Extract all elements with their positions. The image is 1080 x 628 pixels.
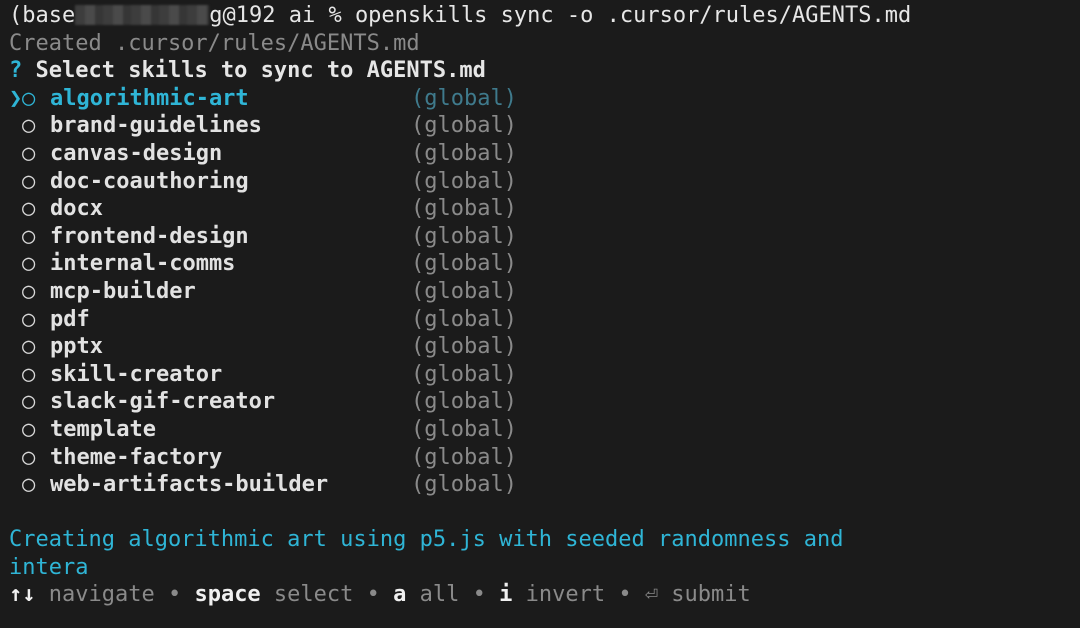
skill-option-brand-guidelines[interactable]: ○ brand-guidelines (global): [9, 112, 1080, 140]
hint-navigate: navigate •: [35, 582, 195, 608]
prompt-command: openskills sync -o .cursor/rules/AGENTS.…: [354, 3, 912, 28]
skill-name: web-artifacts-builder: [50, 472, 329, 498]
radio-circle-icon[interactable]: ○: [22, 278, 50, 306]
skill-scope: (global): [411, 196, 517, 222]
skill-scope: (global): [411, 278, 517, 304]
arrows-icon: ↑↓: [9, 582, 36, 608]
hint-select: select •: [260, 582, 394, 608]
radio-circle-icon[interactable]: ○: [22, 416, 50, 444]
skill-option-web-artifacts-builder[interactable]: ○ web-artifacts-builder (global): [9, 471, 1080, 499]
question-mark: ?: [9, 58, 23, 84]
skill-option-docx[interactable]: ○ docx (global): [9, 195, 1080, 223]
redacted-username: [75, 5, 210, 25]
skill-scope: (global): [411, 113, 517, 139]
radio-circle-icon[interactable]: ○: [22, 361, 50, 389]
question-text: Select skills to sync to AGENTS.md: [35, 58, 486, 84]
skill-name: internal-comms: [50, 251, 236, 277]
command-prompt-line: (base g@192 ai % openskills sync -o .curs…: [9, 2, 1080, 30]
skill-description-line-1: Creating algorithmic art using p5.js wit…: [9, 527, 844, 553]
skill-scope: (global): [411, 416, 517, 442]
terminal-window: (base g@192 ai % openskills sync -o .curs…: [0, 0, 1080, 628]
skill-name: theme-factory: [50, 444, 223, 470]
hint-invert: invert •: [512, 582, 645, 608]
select-question-line: ? Select skills to sync to AGENTS.md: [9, 57, 1080, 85]
prompt-host: g@192 ai %: [209, 3, 355, 28]
radio-circle-icon[interactable]: ○: [22, 444, 50, 472]
skill-scope: (global): [411, 140, 517, 166]
skill-name: template: [50, 416, 156, 442]
skill-option-template[interactable]: ○ template (global): [9, 416, 1080, 444]
skill-name: canvas-design: [50, 140, 223, 166]
skill-name: skill-creator: [50, 361, 223, 387]
skill-option-skill-creator[interactable]: ○ skill-creator (global): [9, 361, 1080, 389]
skill-option-theme-factory[interactable]: ○ theme-factory (global): [9, 444, 1080, 472]
skill-option-pdf[interactable]: ○ pdf (global): [9, 306, 1080, 334]
hint-submit: submit: [658, 582, 751, 608]
skill-scope: (global): [411, 168, 517, 194]
hint-all: all •: [406, 582, 500, 608]
radio-circle-icon[interactable]: ○: [22, 85, 50, 113]
skill-scope: (global): [411, 334, 517, 360]
skill-name: pdf: [50, 306, 90, 332]
radio-circle-icon[interactable]: ○: [22, 112, 50, 140]
skill-option-frontend-design[interactable]: ○ frontend-design (global): [9, 223, 1080, 251]
radio-circle-icon[interactable]: ○: [22, 140, 50, 168]
skill-scope: (global): [411, 306, 517, 332]
radio-circle-icon[interactable]: ○: [22, 306, 50, 334]
radio-circle-icon[interactable]: ○: [22, 223, 50, 251]
radio-circle-icon[interactable]: ○: [22, 471, 50, 499]
skill-option-algorithmic-art[interactable]: ❯ ○ algorithmic-art (global): [9, 85, 1080, 113]
enter-icon: ⏎: [644, 582, 659, 608]
skill-scope: (global): [411, 85, 517, 111]
skill-name: mcp-builder: [50, 278, 196, 304]
skill-scope: (global): [411, 444, 517, 470]
radio-circle-icon[interactable]: ○: [22, 388, 50, 416]
skill-description-line-2: intera: [9, 554, 89, 580]
skill-name: frontend-design: [50, 223, 249, 249]
hint-i-key: i: [499, 582, 513, 608]
skill-option-slack-gif-creator[interactable]: ○ slack-gif-creator (global): [9, 388, 1080, 416]
skill-scope: (global): [411, 472, 517, 498]
skill-scope: (global): [411, 223, 517, 249]
skill-option-internal-comms[interactable]: ○ internal-comms (global): [9, 250, 1080, 278]
radio-circle-icon[interactable]: ○: [22, 333, 50, 361]
hint-a-key: a: [393, 582, 407, 608]
hint-space-key: space: [194, 582, 261, 608]
skill-name: brand-guidelines: [50, 113, 262, 139]
skill-name: slack-gif-creator: [50, 389, 276, 415]
pointer-icon: ❯: [9, 85, 23, 111]
radio-circle-icon[interactable]: ○: [22, 250, 50, 278]
skill-name: pptx: [50, 334, 103, 360]
skill-list[interactable]: ❯ ○ algorithmic-art (global) ○ brand-guidelin…: [9, 85, 1080, 499]
skill-name: docx: [50, 196, 103, 222]
skill-option-canvas-design[interactable]: ○ canvas-design (global): [9, 140, 1080, 168]
skill-scope: (global): [411, 251, 517, 277]
skill-option-pptx[interactable]: ○ pptx (global): [9, 333, 1080, 361]
radio-circle-icon[interactable]: ○: [22, 168, 50, 196]
radio-circle-icon[interactable]: ○: [22, 195, 50, 223]
skill-name: algorithmic-art: [50, 85, 249, 111]
skill-scope: (global): [411, 389, 517, 415]
prompt-prefix: (base: [9, 3, 76, 28]
skill-option-mcp-builder[interactable]: ○ mcp-builder (global): [9, 278, 1080, 306]
skill-name: doc-coauthoring: [50, 168, 249, 194]
created-output-line: Created .cursor/rules/AGENTS.md: [9, 30, 420, 56]
keyboard-hints: ↑↓ navigate • space select • a all • i i…: [9, 581, 1080, 609]
skill-option-doc-coauthoring[interactable]: ○ doc-coauthoring (global): [9, 168, 1080, 196]
skill-scope: (global): [411, 361, 517, 387]
